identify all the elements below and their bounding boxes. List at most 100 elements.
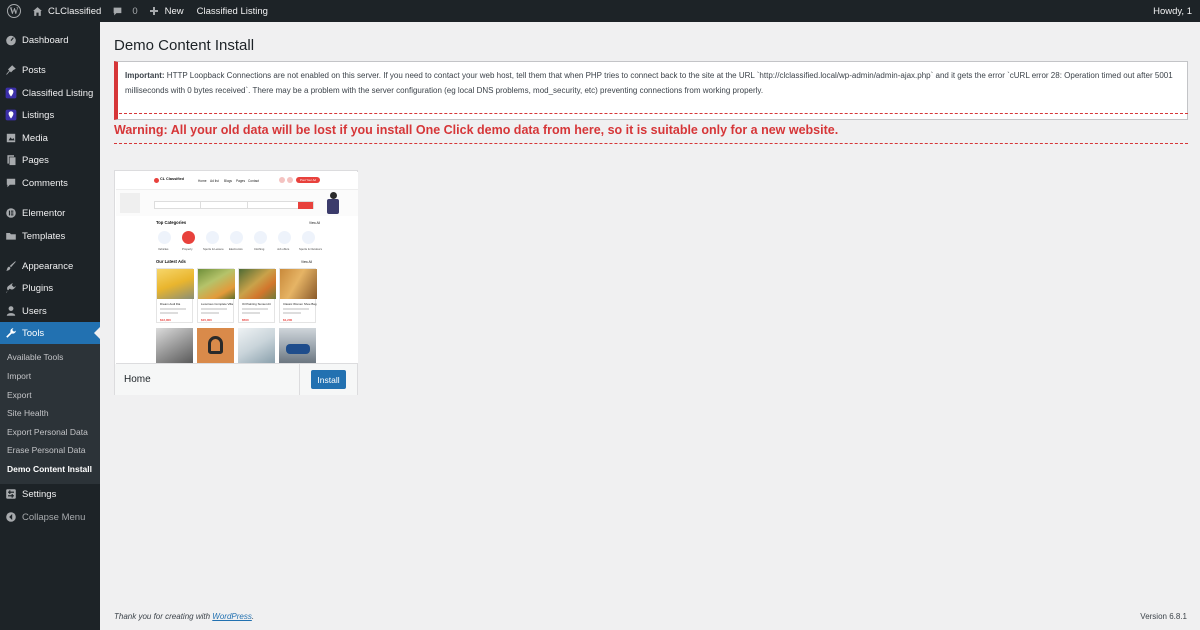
admin-bar: W CLClassified 0 New Classified Listing … xyxy=(0,0,1200,22)
submenu-export-personal-data[interactable]: Export Personal Data xyxy=(7,427,88,437)
menu-label: Posts xyxy=(22,64,46,76)
elementor-icon xyxy=(0,207,22,219)
preview-ad-price: $500 xyxy=(242,318,249,322)
install-button[interactable]: Install xyxy=(311,370,346,389)
submenu-site-health[interactable]: Site Health xyxy=(7,408,49,418)
home-icon xyxy=(31,5,43,17)
preview-ad-card: Oil Painting Sunset Art $500 xyxy=(238,268,276,323)
menu-item-dashboard[interactable]: Dashboard xyxy=(0,29,100,51)
pages-icon xyxy=(0,154,22,166)
preview-ad-line xyxy=(242,312,260,314)
menu-item-comments[interactable]: Comments xyxy=(0,172,100,194)
preview-ad-line xyxy=(201,308,227,310)
menu-label: Elementor xyxy=(22,207,66,219)
classified-listing-menu[interactable]: Classified Listing xyxy=(189,0,273,22)
preview-ad-image xyxy=(198,269,235,299)
preview-ad-card: Classic Women Shoe Bag $1,200 xyxy=(279,268,317,323)
preview-top-categories: Top Categories xyxy=(156,220,187,225)
howdy-label: Howdy, 1 xyxy=(1153,5,1192,17)
admin-sidebar: Dashboard Posts Classified Listing Listi… xyxy=(0,22,100,630)
pin-icon xyxy=(0,64,22,76)
preview-ad-line xyxy=(160,312,178,314)
preview-category-label: Clothing xyxy=(254,247,265,251)
menu-item-settings[interactable]: Settings xyxy=(0,483,100,505)
preview-ad-image xyxy=(279,328,316,363)
preview-logo-mark xyxy=(154,178,159,183)
folder-icon xyxy=(0,230,22,242)
menu-item-media[interactable]: Media xyxy=(0,127,100,149)
preview-nav-item: Home xyxy=(198,179,207,183)
preview-ad-price: $15,000 xyxy=(201,318,212,322)
preview-motorbike-graphic xyxy=(286,344,310,354)
preview-ad-title: Dream Audi Dia xyxy=(160,302,181,306)
menu-item-pages[interactable]: Pages xyxy=(0,149,100,171)
site-name-menu[interactable]: CLClassified xyxy=(26,0,106,22)
submenu-export[interactable]: Export xyxy=(7,390,32,400)
preview-ad-price: $12,000 xyxy=(160,318,171,322)
plug-icon xyxy=(0,282,22,294)
menu-item-users[interactable]: Users xyxy=(0,300,100,322)
preview-category-label: Job offers xyxy=(277,247,290,251)
comment-bubble-icon xyxy=(111,5,123,17)
submenu-demo-content-install[interactable]: Demo Content Install xyxy=(7,464,92,474)
preview-category-label: Sports & Leisure xyxy=(203,247,224,251)
demo-preview-screenshot: CL Classified Home Ad list Blogs Pages C… xyxy=(116,172,358,364)
preview-ad-title: Oil Painting Sunset Art xyxy=(242,302,271,306)
new-content-menu[interactable]: New xyxy=(143,0,189,22)
preview-category-icon xyxy=(302,231,315,244)
location-pin-icon xyxy=(0,109,22,121)
menu-item-templates[interactable]: Templates xyxy=(0,225,100,247)
preview-search-button xyxy=(298,201,313,209)
preview-category-icon xyxy=(158,231,171,244)
submenu-import[interactable]: Import xyxy=(7,371,31,381)
media-icon xyxy=(0,132,22,144)
preview-ad-card: Luxurious Complete Villa $15,000 xyxy=(197,268,235,323)
preview-ad-line xyxy=(242,308,268,310)
preview-icon xyxy=(279,177,285,183)
notice-text: HTTP Loopback Connections are not enable… xyxy=(125,71,1173,95)
demo-card-footer: Home Install xyxy=(115,364,357,395)
users-icon xyxy=(0,305,22,317)
preview-category-icon xyxy=(230,231,243,244)
collapse-icon xyxy=(0,511,22,523)
menu-item-plugins[interactable]: Plugins xyxy=(0,277,100,299)
menu-label: Users xyxy=(22,305,47,317)
preview-view-all: View All xyxy=(301,260,313,264)
classified-listing-label: Classified Listing xyxy=(196,5,268,17)
menu-item-listings[interactable]: Listings xyxy=(0,104,100,126)
settings-icon xyxy=(0,488,22,500)
wp-logo-menu[interactable]: W xyxy=(0,0,26,22)
brush-icon xyxy=(0,260,22,272)
my-account-menu[interactable]: Howdy, 1 xyxy=(1148,0,1200,22)
preview-nav-item: Ad list xyxy=(210,179,219,183)
warning-divider-top xyxy=(114,113,1188,114)
preview-ad-line xyxy=(160,308,186,310)
preview-ad-title: Classic Women Shoe Bag xyxy=(283,302,317,306)
preview-category-icon xyxy=(206,231,219,244)
comments-menu[interactable]: 0 xyxy=(106,0,142,22)
submenu-available-tools[interactable]: Available Tools xyxy=(7,352,63,362)
submenu-erase-personal-data[interactable]: Erase Personal Data xyxy=(7,445,85,455)
menu-label: Pages xyxy=(22,154,49,166)
preview-category-label: Sports & Outdoors xyxy=(299,247,323,251)
menu-label: Listings xyxy=(22,109,55,121)
menu-label: Collapse Menu xyxy=(22,511,86,523)
collapse-menu-button[interactable]: Collapse Menu xyxy=(0,506,100,528)
menu-item-posts[interactable]: Posts xyxy=(0,59,100,81)
menu-label: Templates xyxy=(22,230,66,242)
footer-thanks-suffix: . xyxy=(251,612,255,621)
preview-category-icon xyxy=(254,231,267,244)
menu-item-tools[interactable]: Tools xyxy=(0,322,100,344)
menu-item-appearance[interactable]: Appearance xyxy=(0,255,100,277)
preview-ad-card: Dream Audi Dia $12,000 xyxy=(156,268,194,323)
menu-item-elementor[interactable]: Elementor xyxy=(0,202,100,224)
preview-category-icon xyxy=(182,231,195,244)
comment-icon xyxy=(0,177,22,189)
preview-ad-line xyxy=(201,312,219,314)
preview-ad-image xyxy=(157,269,194,299)
menu-item-classified-listing[interactable]: Classified Listing xyxy=(0,82,100,104)
demo-card-home: CL Classified Home Ad list Blogs Pages C… xyxy=(114,170,358,395)
preview-ad-line xyxy=(283,308,309,310)
wordpress-link[interactable]: WordPress xyxy=(212,612,252,621)
data-loss-warning: Warning: All your old data will be lost … xyxy=(114,123,839,137)
